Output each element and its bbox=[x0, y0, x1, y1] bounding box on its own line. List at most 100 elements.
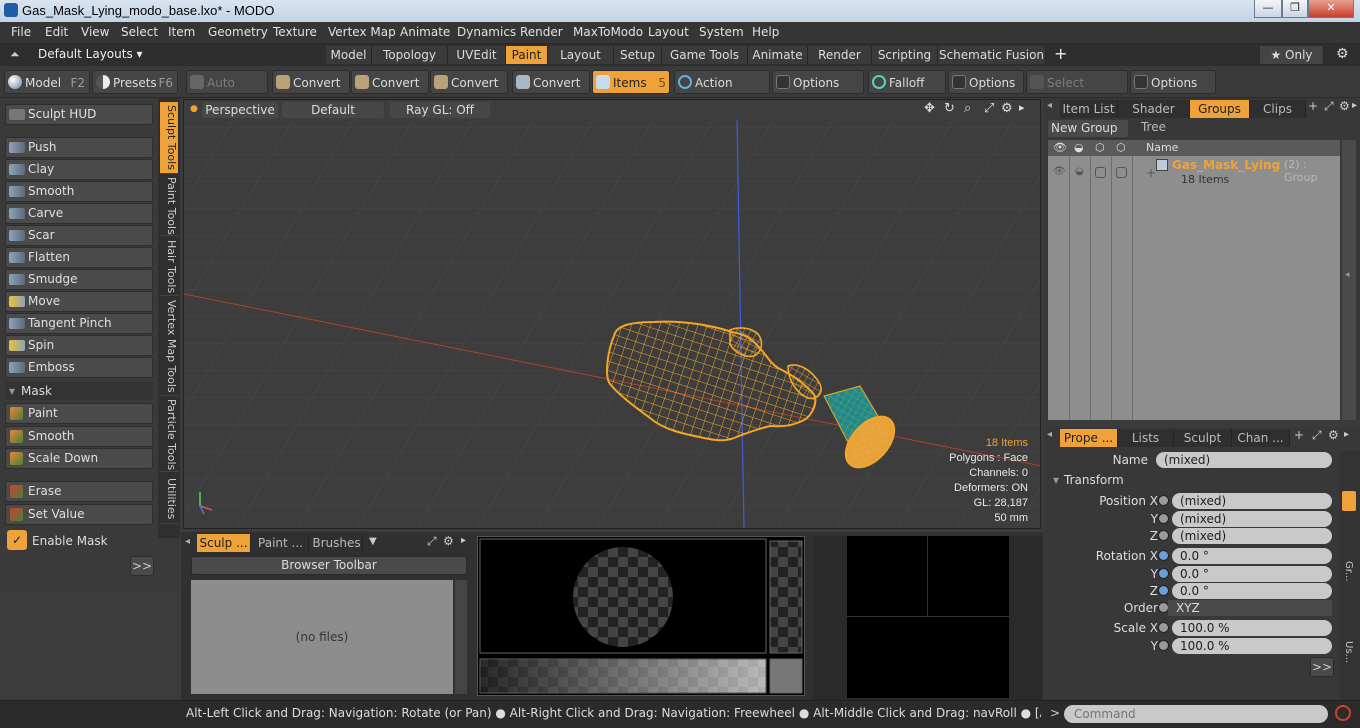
tool-scar[interactable]: Scar bbox=[5, 225, 153, 246]
tab-topology[interactable]: Topology bbox=[372, 46, 448, 64]
convert-vertices-button[interactable]: Convert bbox=[272, 70, 350, 94]
mask-paint[interactable]: Paint bbox=[5, 403, 153, 424]
tab-uvedit[interactable]: UVEdit bbox=[448, 46, 506, 64]
order-dropdown[interactable]: XYZ bbox=[1168, 600, 1332, 616]
menu-edit[interactable]: Edit bbox=[45, 25, 68, 39]
panel-more-icon[interactable]: ▸ bbox=[461, 535, 466, 546]
close-button[interactable]: ✕ bbox=[1308, 0, 1354, 18]
tool-flatten[interactable]: Flatten bbox=[5, 247, 153, 268]
name-field[interactable]: (mixed) bbox=[1156, 452, 1332, 468]
visibility-column-icon[interactable]: 👁 bbox=[1053, 141, 1067, 154]
enable-mask-checkbox[interactable]: ✓ bbox=[7, 530, 27, 550]
tab-channels[interactable]: Chan ... bbox=[1232, 429, 1290, 447]
action-center-button[interactable]: Action Center bbox=[674, 70, 770, 114]
scale-y-key[interactable] bbox=[1158, 640, 1169, 651]
tool-smooth[interactable]: Smooth bbox=[5, 181, 153, 202]
file-browser[interactable]: (no files) bbox=[191, 580, 453, 694]
menu-texture[interactable]: Texture bbox=[273, 25, 317, 39]
minimize-button[interactable]: — bbox=[1254, 0, 1282, 18]
tab-sculpt[interactable]: Sculpt bbox=[1174, 429, 1232, 447]
tool-carve[interactable]: Carve bbox=[5, 203, 153, 224]
sculpt-hud-button[interactable]: Sculpt HUD bbox=[5, 104, 153, 125]
options-button-1[interactable]: Options bbox=[772, 70, 864, 94]
side-strip-user[interactable]: Us... bbox=[1343, 641, 1354, 663]
tab-paint-tools[interactable]: Paint Tools bbox=[160, 176, 178, 236]
panel-menu-icon[interactable]: ◂ bbox=[1047, 100, 1052, 111]
mask-smooth[interactable]: Smooth bbox=[5, 426, 153, 447]
tab-groups[interactable]: Groups bbox=[1190, 100, 1250, 118]
position-x-field[interactable]: (mixed) bbox=[1172, 493, 1332, 509]
tab-paint-presets[interactable]: Paint ... bbox=[253, 534, 309, 552]
menu-animate[interactable]: Animate bbox=[400, 25, 450, 39]
position-z-key[interactable] bbox=[1158, 530, 1169, 541]
panel-menu-icon[interactable]: ◂ bbox=[185, 536, 190, 547]
select-column-icon[interactable]: ⬡ bbox=[1116, 141, 1126, 154]
tab-vertex-map-tools[interactable]: Vertex Map Tools bbox=[160, 298, 178, 396]
tab-model[interactable]: Model bbox=[326, 46, 372, 64]
convert-edges-button[interactable]: Convert bbox=[351, 70, 429, 94]
panel-gear-icon[interactable]: ⚙ bbox=[1339, 99, 1350, 113]
color-preview[interactable] bbox=[847, 536, 1009, 698]
select-toggle-icon[interactable] bbox=[1116, 167, 1127, 178]
side-strip-active[interactable] bbox=[1342, 491, 1356, 511]
add-tab-button[interactable]: + bbox=[1054, 44, 1067, 63]
maximize-button[interactable]: ❐ bbox=[1282, 0, 1308, 18]
position-y-field[interactable]: (mixed) bbox=[1172, 511, 1332, 527]
tab-hair-tools[interactable]: Hair Tools bbox=[160, 238, 178, 296]
menu-maxtomodo[interactable]: MaxToModo bbox=[573, 25, 643, 39]
menu-help[interactable]: Help bbox=[752, 25, 779, 39]
rotation-z-key[interactable] bbox=[1158, 585, 1169, 596]
transform-header[interactable]: ▾ Transform bbox=[1050, 473, 1340, 489]
maximize-panel-icon[interactable]: ⤢ bbox=[427, 534, 437, 549]
tool-tangent-pinch[interactable]: Tangent Pinch bbox=[5, 313, 153, 334]
render-toggle-icon[interactable]: ◒ bbox=[1075, 166, 1084, 177]
add-panel-tab-icon[interactable]: + bbox=[1308, 99, 1318, 113]
render-column-icon[interactable]: ◒ bbox=[1074, 141, 1084, 154]
menu-dynamics[interactable]: Dynamics bbox=[457, 25, 516, 39]
falloff-button[interactable]: Falloff bbox=[868, 70, 946, 94]
auto-select-button[interactable]: Auto Select bbox=[186, 70, 268, 114]
tab-render[interactable]: Render bbox=[808, 46, 872, 64]
browser-toolbar-button[interactable]: Browser Toolbar bbox=[191, 556, 467, 575]
tab-brushes[interactable]: Brushes bbox=[311, 534, 363, 552]
rotation-x-key[interactable] bbox=[1158, 550, 1169, 561]
layout-up-icon[interactable]: ⏶ bbox=[10, 47, 20, 62]
position-x-key[interactable] bbox=[1158, 495, 1169, 506]
brush-preview[interactable] bbox=[477, 536, 805, 696]
tab-scripting[interactable]: Scripting bbox=[872, 46, 938, 64]
lock-toggle-icon[interactable] bbox=[1095, 167, 1106, 178]
convert-materials-button[interactable]: Convert bbox=[512, 70, 590, 94]
groups-list[interactable]: 👁 ◒ ⬡ ⬡ Name 👁 ◒ + Gas_Mask_Lying (2) : … bbox=[1048, 140, 1340, 420]
mask-set-value[interactable]: Set Value bbox=[5, 504, 153, 525]
side-strip-groups[interactable]: Gr... bbox=[1343, 561, 1354, 581]
tab-utilities[interactable]: Utilities bbox=[160, 474, 178, 524]
rotation-x-field[interactable]: 0.0 ° bbox=[1172, 548, 1332, 564]
presets-button[interactable]: Presets F6 bbox=[92, 70, 178, 94]
tabs-dropdown-icon[interactable]: ▼ bbox=[369, 536, 377, 547]
tab-shader-tree[interactable]: Shader Tree bbox=[1118, 100, 1190, 134]
menu-system[interactable]: System bbox=[699, 25, 744, 39]
rotation-y-field[interactable]: 0.0 ° bbox=[1172, 566, 1332, 582]
menu-file[interactable]: File bbox=[11, 25, 31, 39]
tab-setup[interactable]: Setup bbox=[614, 46, 662, 64]
scale-x-key[interactable] bbox=[1158, 622, 1169, 633]
add-panel-tab-icon[interactable]: + bbox=[1294, 428, 1304, 442]
tool-smudge[interactable]: Smudge bbox=[5, 269, 153, 290]
mask-scale-down[interactable]: Scale Down bbox=[5, 448, 153, 469]
tool-spin[interactable]: Spin bbox=[5, 335, 153, 356]
position-z-field[interactable]: (mixed) bbox=[1172, 528, 1332, 544]
tool-emboss[interactable]: Emboss bbox=[5, 357, 153, 378]
expand-group-icon[interactable]: + bbox=[1146, 166, 1156, 180]
options-button-3[interactable]: Options bbox=[1130, 70, 1216, 94]
menu-layout[interactable]: Layout bbox=[648, 25, 689, 39]
panel-menu-icon[interactable]: ◂ bbox=[1047, 429, 1052, 440]
lock-column-icon[interactable]: ⬡ bbox=[1095, 141, 1105, 154]
command-input[interactable] bbox=[1064, 705, 1328, 723]
panel-gear-icon[interactable]: ⚙ bbox=[443, 534, 454, 548]
panel-more-icon[interactable]: ▸ bbox=[1352, 100, 1357, 111]
gear-icon[interactable]: ⚙ bbox=[1336, 46, 1349, 62]
record-icon[interactable] bbox=[1335, 705, 1351, 721]
only-toggle[interactable]: ★ Only bbox=[1260, 46, 1324, 64]
group-row[interactable]: 👁 ◒ + Gas_Mask_Lying (2) : Group 18 Item… bbox=[1048, 158, 1340, 188]
properties-expand-button[interactable]: >> bbox=[1310, 657, 1334, 677]
